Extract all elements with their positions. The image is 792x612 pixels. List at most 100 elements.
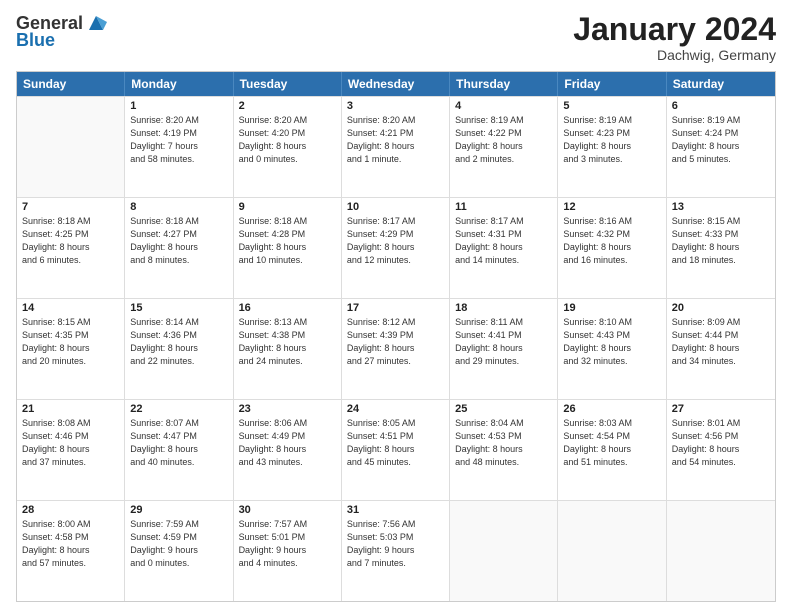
day-info-5: Sunrise: 8:19 AM Sunset: 4:23 PM Dayligh… <box>563 114 660 166</box>
week-row-2: 7 Sunrise: 8:18 AM Sunset: 4:25 PM Daylig… <box>17 197 775 298</box>
day-cell-9: 9 Sunrise: 8:18 AM Sunset: 4:28 PM Daylig… <box>234 198 342 298</box>
week-row-5: 28 Sunrise: 8:00 AM Sunset: 4:58 PM Dayli… <box>17 500 775 601</box>
day-number-21: 21 <box>22 403 119 415</box>
week-row-4: 21 Sunrise: 8:08 AM Sunset: 4:46 PM Dayli… <box>17 399 775 500</box>
day-cell-8: 8 Sunrise: 8:18 AM Sunset: 4:27 PM Daylig… <box>125 198 233 298</box>
day-info-8: Sunrise: 8:18 AM Sunset: 4:27 PM Dayligh… <box>130 215 227 267</box>
day-cell-20: 20 Sunrise: 8:09 AM Sunset: 4:44 PM Dayli… <box>667 299 775 399</box>
day-number-3: 3 <box>347 100 444 112</box>
empty-cell-4-6 <box>667 501 775 601</box>
title-block: January 2024 Dachwig, Germany <box>573 12 776 63</box>
day-number-30: 30 <box>239 504 336 516</box>
day-info-12: Sunrise: 8:16 AM Sunset: 4:32 PM Dayligh… <box>563 215 660 267</box>
day-number-26: 26 <box>563 403 660 415</box>
day-cell-10: 10 Sunrise: 8:17 AM Sunset: 4:29 PM Dayli… <box>342 198 450 298</box>
empty-cell-0-0 <box>17 97 125 197</box>
day-cell-15: 15 Sunrise: 8:14 AM Sunset: 4:36 PM Dayli… <box>125 299 233 399</box>
day-number-13: 13 <box>672 201 770 213</box>
day-number-17: 17 <box>347 302 444 314</box>
day-cell-18: 18 Sunrise: 8:11 AM Sunset: 4:41 PM Dayli… <box>450 299 558 399</box>
day-info-11: Sunrise: 8:17 AM Sunset: 4:31 PM Dayligh… <box>455 215 552 267</box>
day-cell-31: 31Sunrise: 7:56 AM Sunset: 5:03 PM Dayli… <box>342 501 450 601</box>
day-number-24: 24 <box>347 403 444 415</box>
page: General Blue January 2024 Dachwig, Germa… <box>0 0 792 612</box>
day-number-8: 8 <box>130 201 227 213</box>
day-cell-4: 4Sunrise: 8:19 AM Sunset: 4:22 PM Daylig… <box>450 97 558 197</box>
day-cell-13: 13Sunrise: 8:15 AM Sunset: 4:33 PM Dayli… <box>667 198 775 298</box>
day-info-1: Sunrise: 8:20 AM Sunset: 4:19 PM Dayligh… <box>130 114 227 166</box>
header-saturday: Saturday <box>667 72 775 96</box>
day-number-27: 27 <box>672 403 770 415</box>
day-info-18: Sunrise: 8:11 AM Sunset: 4:41 PM Dayligh… <box>455 316 552 368</box>
day-cell-29: 29 Sunrise: 7:59 AM Sunset: 4:59 PM Dayli… <box>125 501 233 601</box>
day-info-9: Sunrise: 8:18 AM Sunset: 4:28 PM Dayligh… <box>239 215 336 267</box>
day-info-10: Sunrise: 8:17 AM Sunset: 4:29 PM Dayligh… <box>347 215 444 267</box>
day-info-24: Sunrise: 8:05 AM Sunset: 4:51 PM Dayligh… <box>347 417 444 469</box>
day-info-17: Sunrise: 8:12 AM Sunset: 4:39 PM Dayligh… <box>347 316 444 368</box>
day-info-19: Sunrise: 8:10 AM Sunset: 4:43 PM Dayligh… <box>563 316 660 368</box>
day-cell-16: 16 Sunrise: 8:13 AM Sunset: 4:38 PM Dayli… <box>234 299 342 399</box>
empty-cell-4-5 <box>558 501 666 601</box>
day-cell-1: 1 Sunrise: 8:20 AM Sunset: 4:19 PM Daylig… <box>125 97 233 197</box>
day-cell-27: 27Sunrise: 8:01 AM Sunset: 4:56 PM Dayli… <box>667 400 775 500</box>
day-number-10: 10 <box>347 201 444 213</box>
header-sunday: Sunday <box>17 72 125 96</box>
week-row-3: 14Sunrise: 8:15 AM Sunset: 4:35 PM Dayli… <box>17 298 775 399</box>
logo-icon <box>85 12 107 34</box>
day-number-19: 19 <box>563 302 660 314</box>
day-cell-17: 17 Sunrise: 8:12 AM Sunset: 4:39 PM Dayli… <box>342 299 450 399</box>
header: General Blue January 2024 Dachwig, Germa… <box>16 12 776 63</box>
day-cell-11: 11Sunrise: 8:17 AM Sunset: 4:31 PM Dayli… <box>450 198 558 298</box>
day-info-22: Sunrise: 8:07 AM Sunset: 4:47 PM Dayligh… <box>130 417 227 469</box>
day-number-5: 5 <box>563 100 660 112</box>
header-thursday: Thursday <box>450 72 558 96</box>
header-wednesday: Wednesday <box>342 72 450 96</box>
day-info-29: Sunrise: 7:59 AM Sunset: 4:59 PM Dayligh… <box>130 518 227 570</box>
calendar: Sunday Monday Tuesday Wednesday Thursday… <box>16 71 776 602</box>
day-cell-26: 26 Sunrise: 8:03 AM Sunset: 4:54 PM Dayli… <box>558 400 666 500</box>
day-info-26: Sunrise: 8:03 AM Sunset: 4:54 PM Dayligh… <box>563 417 660 469</box>
header-tuesday: Tuesday <box>234 72 342 96</box>
day-cell-23: 23Sunrise: 8:06 AM Sunset: 4:49 PM Dayli… <box>234 400 342 500</box>
day-cell-22: 22 Sunrise: 8:07 AM Sunset: 4:47 PM Dayli… <box>125 400 233 500</box>
day-number-16: 16 <box>239 302 336 314</box>
day-info-21: Sunrise: 8:08 AM Sunset: 4:46 PM Dayligh… <box>22 417 119 469</box>
day-info-28: Sunrise: 8:00 AM Sunset: 4:58 PM Dayligh… <box>22 518 119 570</box>
day-number-28: 28 <box>22 504 119 516</box>
day-info-30: Sunrise: 7:57 AM Sunset: 5:01 PM Dayligh… <box>239 518 336 570</box>
day-info-15: Sunrise: 8:14 AM Sunset: 4:36 PM Dayligh… <box>130 316 227 368</box>
calendar-body: 1 Sunrise: 8:20 AM Sunset: 4:19 PM Daylig… <box>17 96 775 601</box>
day-number-29: 29 <box>130 504 227 516</box>
header-friday: Friday <box>558 72 666 96</box>
day-number-15: 15 <box>130 302 227 314</box>
calendar-header: Sunday Monday Tuesday Wednesday Thursday… <box>17 72 775 96</box>
day-cell-30: 30 Sunrise: 7:57 AM Sunset: 5:01 PM Dayli… <box>234 501 342 601</box>
day-info-7: Sunrise: 8:18 AM Sunset: 4:25 PM Dayligh… <box>22 215 119 267</box>
day-cell-25: 25Sunrise: 8:04 AM Sunset: 4:53 PM Dayli… <box>450 400 558 500</box>
day-cell-14: 14Sunrise: 8:15 AM Sunset: 4:35 PM Dayli… <box>17 299 125 399</box>
day-number-20: 20 <box>672 302 770 314</box>
day-cell-3: 3 Sunrise: 8:20 AM Sunset: 4:21 PM Daylig… <box>342 97 450 197</box>
day-info-16: Sunrise: 8:13 AM Sunset: 4:38 PM Dayligh… <box>239 316 336 368</box>
day-cell-7: 7 Sunrise: 8:18 AM Sunset: 4:25 PM Daylig… <box>17 198 125 298</box>
day-number-12: 12 <box>563 201 660 213</box>
day-info-3: Sunrise: 8:20 AM Sunset: 4:21 PM Dayligh… <box>347 114 444 166</box>
day-info-4: Sunrise: 8:19 AM Sunset: 4:22 PM Dayligh… <box>455 114 552 166</box>
day-number-18: 18 <box>455 302 552 314</box>
day-cell-24: 24 Sunrise: 8:05 AM Sunset: 4:51 PM Dayli… <box>342 400 450 500</box>
day-number-9: 9 <box>239 201 336 213</box>
day-number-7: 7 <box>22 201 119 213</box>
day-cell-6: 6Sunrise: 8:19 AM Sunset: 4:24 PM Daylig… <box>667 97 775 197</box>
day-cell-2: 2 Sunrise: 8:20 AM Sunset: 4:20 PM Daylig… <box>234 97 342 197</box>
day-cell-21: 21 Sunrise: 8:08 AM Sunset: 4:46 PM Dayli… <box>17 400 125 500</box>
empty-cell-4-4 <box>450 501 558 601</box>
day-number-1: 1 <box>130 100 227 112</box>
day-info-2: Sunrise: 8:20 AM Sunset: 4:20 PM Dayligh… <box>239 114 336 166</box>
day-number-22: 22 <box>130 403 227 415</box>
week-row-1: 1 Sunrise: 8:20 AM Sunset: 4:19 PM Daylig… <box>17 96 775 197</box>
day-info-20: Sunrise: 8:09 AM Sunset: 4:44 PM Dayligh… <box>672 316 770 368</box>
day-info-14: Sunrise: 8:15 AM Sunset: 4:35 PM Dayligh… <box>22 316 119 368</box>
day-info-25: Sunrise: 8:04 AM Sunset: 4:53 PM Dayligh… <box>455 417 552 469</box>
day-number-2: 2 <box>239 100 336 112</box>
day-number-23: 23 <box>239 403 336 415</box>
